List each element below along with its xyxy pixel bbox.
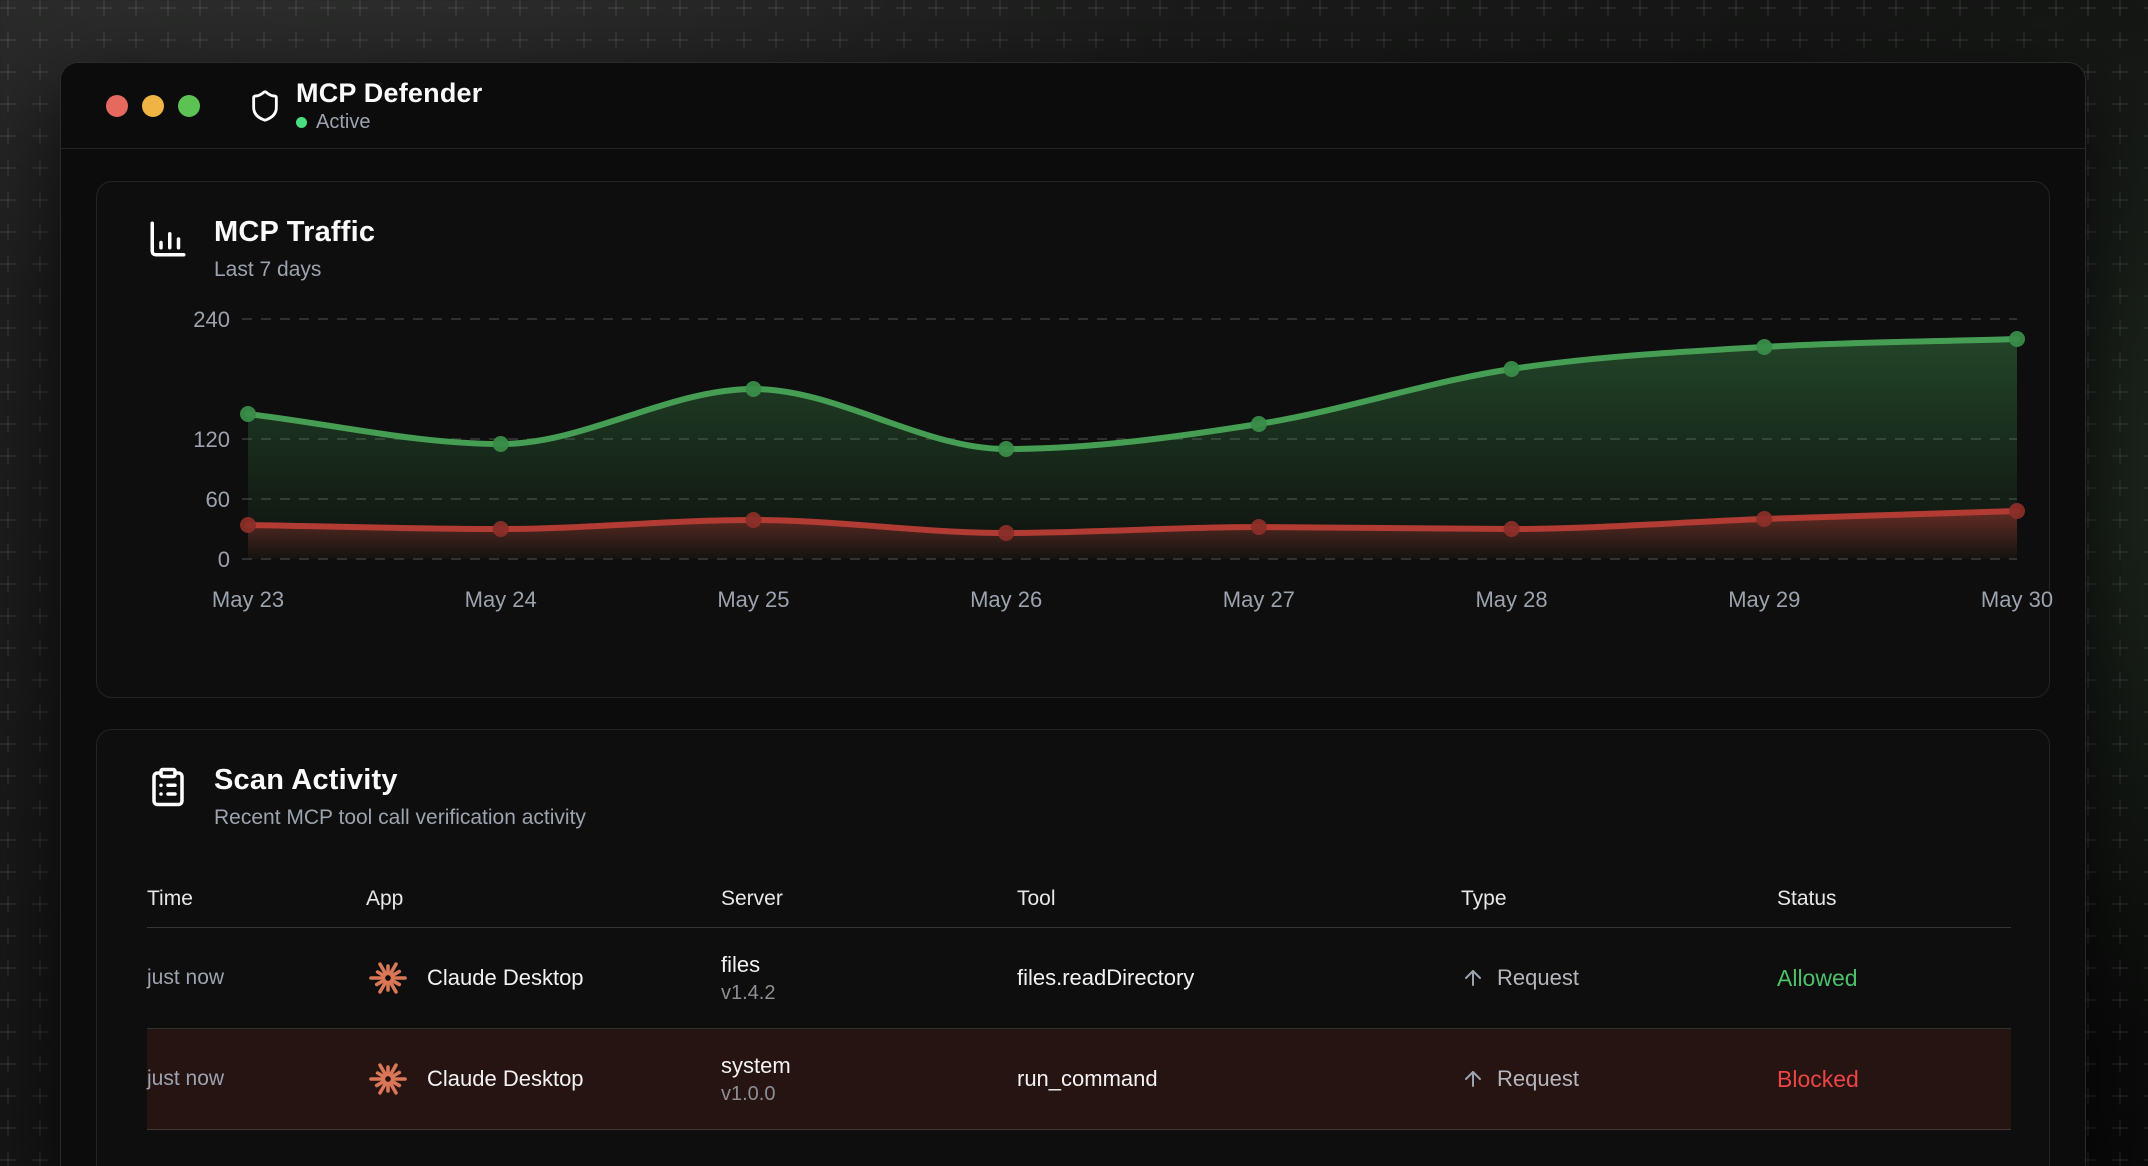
- blocked-point-May 30[interactable]: [2009, 503, 2025, 519]
- arrow-up-icon: [1461, 966, 1485, 990]
- x-tick-label: May 28: [1475, 587, 1547, 612]
- table-header-row: TimeAppServerToolTypeStatus: [147, 870, 2011, 928]
- table-body: just now Claude Desktop files v1.4.2 files.r…: [147, 928, 2011, 1130]
- row-app-name: Claude Desktop: [427, 1066, 584, 1092]
- app-identity: MCP Defender Active: [296, 78, 482, 134]
- y-tick-label: 240: [193, 307, 230, 332]
- scan-card-header: Scan Activity Recent MCP tool call verif…: [147, 764, 2009, 830]
- blocked-point-May 25[interactable]: [745, 512, 761, 528]
- allowed-point-May 28[interactable]: [1504, 361, 1520, 377]
- x-tick-label: May 23: [212, 587, 284, 612]
- allowed-point-May 25[interactable]: [745, 381, 761, 397]
- column-header-tool: Tool: [1017, 887, 1461, 911]
- column-header-type: Type: [1461, 887, 1777, 911]
- row-status-allowed: Allowed: [1777, 965, 2017, 992]
- row-type-label: Request: [1497, 1066, 1579, 1092]
- blocked-point-May 23[interactable]: [240, 517, 256, 533]
- blocked-point-May 24[interactable]: [493, 521, 509, 537]
- close-button[interactable]: [106, 95, 128, 117]
- scan-card-title: Scan Activity: [214, 764, 586, 797]
- row-server-version: v1.0.0: [721, 1083, 1003, 1106]
- row-server-version: v1.4.2: [721, 982, 1003, 1005]
- x-tick-label: May 30: [1981, 587, 2053, 612]
- clipboard-list-icon: [147, 766, 189, 813]
- row-type: Request: [1461, 965, 1777, 991]
- app-status: Active: [296, 111, 482, 134]
- blocked-point-May 27[interactable]: [1251, 519, 1267, 535]
- traffic-lights: [106, 95, 200, 117]
- x-tick-label: May 29: [1728, 587, 1800, 612]
- mcp-traffic-card: MCP Traffic Last 7 days 0 60 120 240 May 23 M…: [96, 181, 2050, 698]
- column-header-status: Status: [1777, 887, 2017, 911]
- arrow-up-icon: [1461, 1067, 1485, 1091]
- row-type: Request: [1461, 1066, 1777, 1092]
- traffic-area-chart[interactable]: 060120240May 23May 24May 25May 26May 27M…: [147, 312, 2009, 622]
- allowed-point-May 23[interactable]: [240, 406, 256, 422]
- row-server-name: system: [721, 1053, 1003, 1079]
- claude-app-icon: [366, 956, 410, 1000]
- scan-row-1[interactable]: just now Claude Desktop files v1.4.2 files.r…: [147, 928, 2011, 1029]
- x-tick-label: May 26: [970, 587, 1042, 612]
- blocked-point-May 28[interactable]: [1504, 521, 1520, 537]
- scan-row-2[interactable]: just now Claude Desktop system v1.0.0 run_co…: [147, 1029, 2011, 1130]
- app-window: MCP Defender Active MCP Traffic Last 7 d…: [60, 62, 2086, 1166]
- minimize-button[interactable]: [142, 95, 164, 117]
- x-tick-label: May 27: [1223, 587, 1295, 612]
- column-header-time: Time: [147, 887, 366, 911]
- y-tick-label: 60: [206, 487, 230, 512]
- row-app: Claude Desktop: [366, 1057, 721, 1101]
- active-status-label: Active: [316, 111, 370, 134]
- scan-activity-card: Scan Activity Recent MCP tool call verif…: [96, 729, 2050, 1166]
- row-app-name: Claude Desktop: [427, 965, 584, 991]
- allowed-point-May 24[interactable]: [493, 436, 509, 452]
- row-app: Claude Desktop: [366, 956, 721, 1000]
- scan-card-subtitle: Recent MCP tool call verification activi…: [214, 806, 586, 830]
- y-tick-label: 120: [193, 427, 230, 452]
- active-status-dot: [296, 117, 307, 128]
- column-header-app: App: [366, 887, 721, 911]
- shield-icon: [248, 89, 282, 123]
- allowed-point-May 27[interactable]: [1251, 416, 1267, 432]
- row-server: system v1.0.0: [721, 1053, 1017, 1106]
- allowed-point-May 29[interactable]: [1756, 339, 1772, 355]
- traffic-card-header: MCP Traffic Last 7 days: [147, 216, 2009, 282]
- bar-chart-icon: [147, 218, 189, 265]
- blocked-point-May 26[interactable]: [998, 525, 1014, 541]
- allowed-point-May 30[interactable]: [2009, 331, 2025, 347]
- main-content: MCP Traffic Last 7 days 0 60 120 240 May 23 M…: [61, 149, 2085, 1166]
- row-type-label: Request: [1497, 965, 1579, 991]
- row-tool: run_command: [1017, 1066, 1461, 1092]
- app-title: MCP Defender: [296, 78, 482, 109]
- allowed-point-May 26[interactable]: [998, 441, 1014, 457]
- row-time: just now: [147, 966, 366, 990]
- x-tick-label: May 24: [465, 587, 537, 612]
- row-tool: files.readDirectory: [1017, 965, 1461, 991]
- traffic-card-title: MCP Traffic: [214, 216, 375, 249]
- row-time: just now: [147, 1067, 366, 1091]
- titlebar: MCP Defender Active: [61, 63, 2085, 149]
- zoom-button[interactable]: [178, 95, 200, 117]
- claude-app-icon: [366, 1057, 410, 1101]
- scan-activity-table: TimeAppServerToolTypeStatus just now Clau…: [147, 870, 2011, 1130]
- y-tick-label: 0: [218, 547, 230, 572]
- row-server-name: files: [721, 952, 1003, 978]
- row-server: files v1.4.2: [721, 952, 1017, 1005]
- blocked-point-May 29[interactable]: [1756, 511, 1772, 527]
- column-header-server: Server: [721, 887, 1017, 911]
- x-tick-label: May 25: [717, 587, 789, 612]
- traffic-card-subtitle: Last 7 days: [214, 258, 375, 282]
- row-status-blocked: Blocked: [1777, 1066, 2017, 1093]
